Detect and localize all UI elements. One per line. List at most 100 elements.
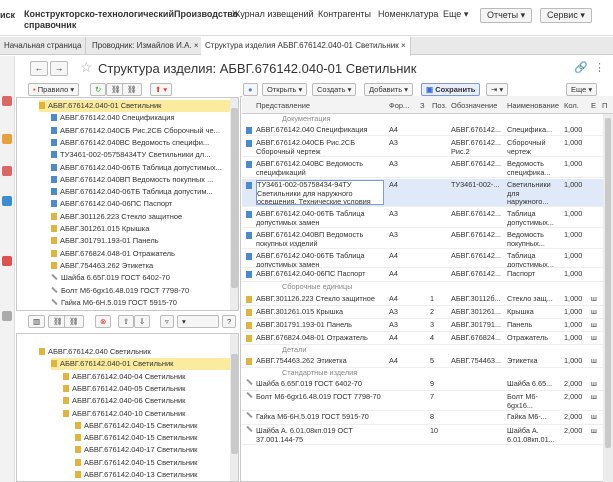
table-row[interactable]: АБВГ.754463.262 Этикетка А4 5 АБВГ.754463..… — [242, 355, 613, 368]
table-row[interactable]: АБВГ.676142.040-06ПС Паспорт А4 АБВГ.67614… — [242, 268, 613, 282]
tree-node[interactable]: АБВГ.676142.040-15 Светильник — [75, 420, 230, 432]
menu-item-kts[interactable]: Конструкторско-технологический — [24, 9, 174, 19]
section-icon[interactable] — [2, 166, 12, 176]
tree-node[interactable]: Болт М6-6gх16.48.019 ГОСТ 7798-70 — [51, 285, 230, 297]
tree-node[interactable]: АБВГ.676142.040ВС Ведомость специфи... — [51, 137, 230, 149]
star-icon[interactable]: ☆ — [80, 59, 93, 76]
table-row[interactable]: АБВГ.676824.048-01 Отражатель А4 4 АБВГ.676… — [242, 332, 613, 345]
table-row[interactable]: АБВГ.301261.015 Крышка А3 2 АБВГ.301261... К… — [242, 306, 613, 319]
add-button[interactable]: Добавить ▾ — [364, 83, 414, 96]
table-row[interactable]: АБВГ.676142.040-06ТБ Таблица допустимых … — [242, 208, 613, 228]
tree-node[interactable]: АБВГ.676142.040-17 Светильник — [75, 444, 230, 456]
reports-button[interactable]: Отчеты ▾ — [480, 8, 533, 23]
menu-item-production[interactable]: Производство — [174, 9, 238, 19]
close-icon[interactable]: × — [194, 41, 199, 50]
tree-node[interactable]: АБВГ.301126.223 Стекло защитное — [51, 211, 230, 223]
services-button[interactable]: Сервис ▾ — [540, 8, 592, 23]
forward-arrow-icon[interactable]: → — [50, 61, 68, 76]
table-row[interactable]: Болт М6-6gх16.48.019 ГОСТ 7798-70 7 Болт М… — [242, 391, 613, 411]
menu-item-kts-2[interactable]: справочник — [24, 20, 76, 30]
menu-item-contractors[interactable]: Контрагенты — [318, 9, 371, 19]
col-p[interactable]: П — [602, 101, 607, 110]
tree-node[interactable]: АБВГ.676824.048-01 Отражатель — [51, 248, 230, 260]
scrollbar[interactable] — [230, 334, 238, 481]
close-icon[interactable]: × — [401, 41, 406, 50]
scrollbar[interactable] — [230, 98, 238, 310]
info-icon[interactable]: ● — [243, 83, 258, 96]
unlink-tool-icon[interactable]: ⛓ — [64, 315, 84, 328]
tree-node[interactable]: АБВГ.676142.040-04 Светильник — [63, 371, 230, 383]
menu-item-more[interactable]: Еще ▾ — [443, 9, 468, 20]
table-row[interactable]: Гайка М6-6Н.5.019 ГОСТ 5915-70 8 Гайка М6-… — [242, 411, 613, 425]
tree-node[interactable]: Гайка М6-6Н.5.019 ГОСТ 5915-70 — [51, 297, 230, 309]
menu-item-nomenclature[interactable]: Номенклатура — [378, 9, 438, 19]
help-icon[interactable]: ? — [222, 315, 237, 328]
table-row[interactable]: АБВГ.676142.040ВС Ведомость спецификаций… — [242, 158, 613, 178]
table-row[interactable]: АБВГ.676142.040ВП Ведомость покупных изд… — [242, 229, 613, 249]
section-icon[interactable] — [2, 196, 12, 206]
tab-explorer[interactable]: Проводник: Измайлов И.А. × — [88, 37, 204, 55]
tree-node[interactable]: АБВГ.754463.262 Этикетка — [51, 260, 230, 272]
tab-structure[interactable]: Структура изделия АБВГ.676142.040-01 Све… — [201, 37, 411, 56]
tree-node[interactable]: АБВГ.676142.040-06ТБ Таблица допустимых.… — [51, 162, 230, 174]
table-row[interactable]: Шайба А. 6.01.08кп.019 ОСТ 37.001.144-75… — [242, 425, 613, 445]
col-qty[interactable]: Кол. — [564, 101, 579, 110]
rule-button[interactable]: ▪ Правило ▾ — [28, 83, 80, 96]
tree-node[interactable]: АБВГ.676142.040 Светильник — [39, 346, 230, 358]
col-format[interactable]: Фор... — [389, 101, 409, 110]
table-row[interactable]: Шайба 6.65Г.019 ГОСТ 6402-70 9 Шайба 6.65.… — [242, 378, 613, 391]
down-icon[interactable]: ⇩ — [134, 315, 151, 328]
table-row[interactable]: АБВГ.676142.040-06ТБ Таблица допустимых … — [242, 250, 613, 268]
tree-node[interactable]: АБВГ.676142.040-06ПС Паспорт — [51, 198, 230, 210]
filter-select[interactable]: ▾ — [177, 315, 219, 328]
tree-node[interactable]: АБВГ.676142.040-06 Светильник — [63, 395, 230, 407]
tree-node[interactable]: АБВГ.676142.040-15 Светильник — [75, 457, 230, 469]
col-name[interactable]: Наименование — [507, 101, 559, 110]
tree-node[interactable]: АБВГ.676142.040ВП Ведомость покупных ... — [51, 174, 230, 186]
up-icon[interactable]: ⇧ — [118, 315, 135, 328]
col-pos[interactable]: Поз. — [432, 101, 447, 110]
report-dropdown-icon[interactable]: ⬆ ▾ — [150, 83, 173, 96]
create-button[interactable]: Создать ▾ — [312, 83, 357, 96]
table-row[interactable]: АБВГ.301791.193-01 Панель А3 3 АБВГ.301791.… — [242, 319, 613, 332]
tree-node[interactable]: АБВГ.676142.040-06ТБ Таблица допустим... — [51, 186, 230, 198]
more-vert-icon[interactable]: ⋮ — [594, 61, 605, 74]
tree-node[interactable]: АБВГ.676142.040-01 Светильник — [39, 100, 230, 112]
filter-icon[interactable]: ▿ — [160, 315, 174, 328]
tree-node[interactable]: Шайба 6.65Г.019 ГОСТ 6402-70 — [51, 272, 230, 284]
table-row[interactable]: АБВГ.301126.223 Стекло защитное А4 1 АБВГ.3… — [242, 293, 613, 306]
open-button[interactable]: Открыть ▾ — [262, 83, 308, 96]
save-button[interactable]: ▣ Сохранить — [421, 83, 481, 96]
section-icon[interactable] — [2, 134, 12, 144]
tree-node[interactable]: АБВГ.676142.040СБ Рис.2СБ Сборочный че..… — [51, 125, 230, 137]
col-designation[interactable]: Обозначение — [451, 101, 497, 110]
tree-node[interactable]: АБВГ.676142.040-10 Светильник — [63, 408, 230, 420]
menu-item-fragment[interactable]: иск — [0, 10, 15, 20]
tree-node[interactable]: ТУ3461-002-05758434ТУ Светильники дл... — [51, 149, 230, 161]
refresh-icon[interactable]: ↻ — [90, 83, 107, 96]
layout-icon[interactable]: ▥ — [28, 315, 46, 328]
section-icon[interactable] — [2, 311, 12, 321]
delete-icon[interactable]: ⊗ — [95, 315, 112, 328]
tree-node[interactable]: АБВГ.676142.040-05 Светильник — [63, 383, 230, 395]
tab-home[interactable]: Начальная страница — [0, 37, 87, 55]
scrollbar[interactable] — [603, 114, 613, 482]
tree-node[interactable]: АБВГ.676142.040-15 Светильник — [75, 432, 230, 444]
export-dropdown-icon[interactable]: ⇥ ▾ — [486, 83, 509, 96]
col-unit[interactable]: Е — [591, 101, 596, 110]
link-icon[interactable]: 🔗 — [574, 61, 588, 74]
unlink-tool-icon[interactable]: ⛓ — [122, 83, 142, 96]
more-button[interactable]: Еще ▾ — [566, 83, 598, 96]
back-arrow-icon[interactable]: ← — [30, 61, 48, 76]
table-row[interactable]: АБВГ.676142.040СБ Рис.2СБ Сборочный черт… — [242, 137, 613, 157]
table-row[interactable]: АБВГ.676142.040 Спецификация А4 АБВГ.67614… — [242, 124, 613, 136]
tree-node[interactable]: АБВГ.301791.193-01 Панель — [51, 235, 230, 247]
tree-node[interactable]: АБВГ.301261.015 Крышка — [51, 223, 230, 235]
tree-node[interactable]: АБВГ.676142.040 Спецификация — [51, 112, 230, 124]
table-row[interactable]: ТУ3461-002-05758434-94ТУ Светильники для… — [242, 179, 613, 207]
section-icon[interactable] — [2, 256, 12, 266]
section-icon[interactable] — [2, 96, 12, 106]
tree-node[interactable]: АБВГ.676142.040-01 Светильник — [51, 358, 230, 371]
col-z[interactable]: З — [420, 101, 425, 110]
col-presentation[interactable]: Представление — [256, 101, 310, 110]
